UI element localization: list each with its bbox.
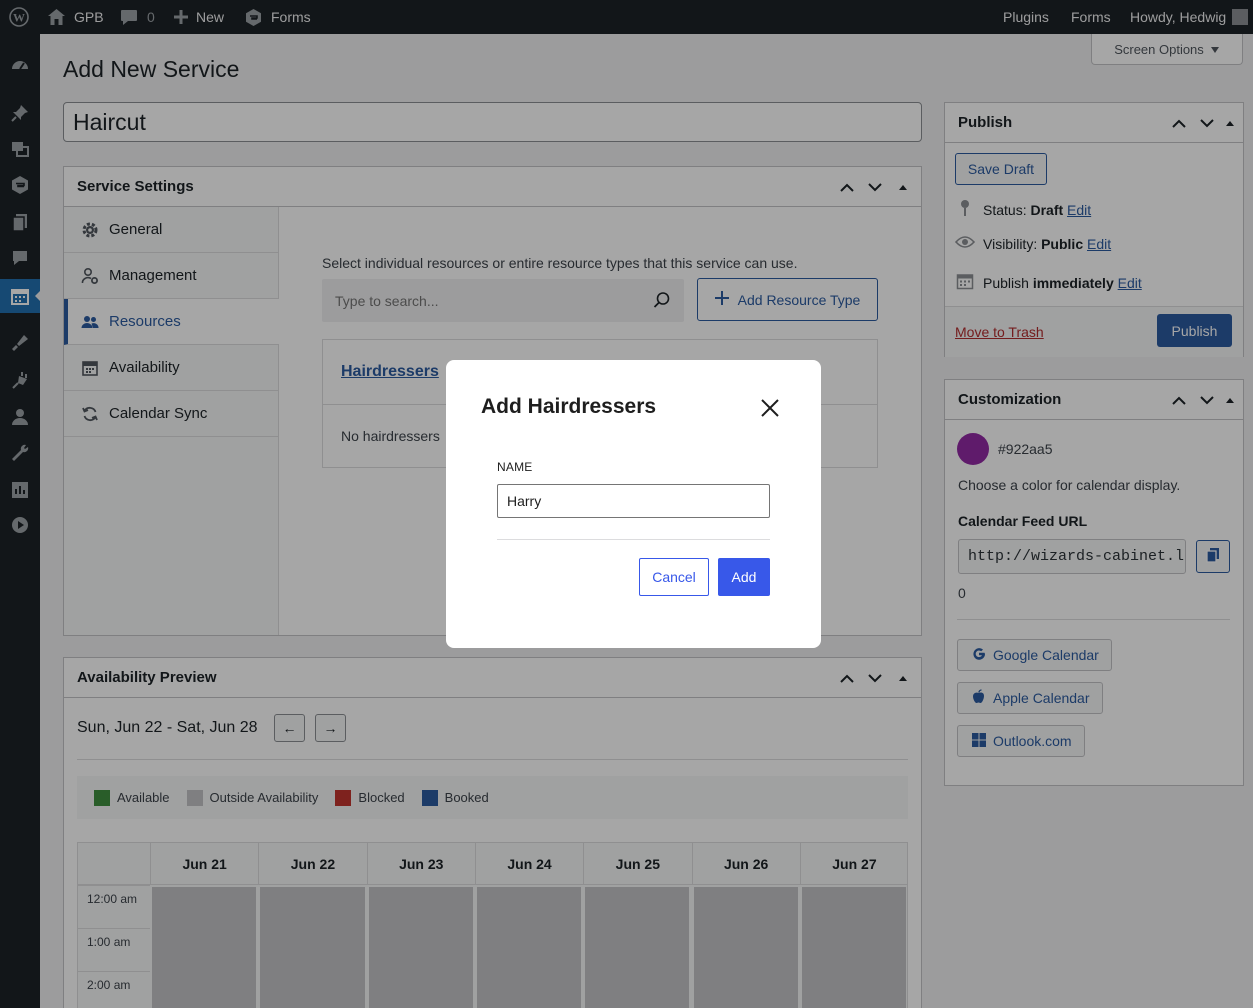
cancel-button[interactable]: Cancel [639, 558, 709, 596]
close-icon[interactable] [758, 396, 782, 420]
name-input[interactable]: Harry [497, 484, 770, 518]
add-label: Add [731, 569, 757, 585]
modal-title: Add Hairdressers [481, 395, 657, 418]
cancel-label: Cancel [652, 569, 696, 585]
name-input-value: Harry [507, 493, 542, 509]
add-resource-modal: Add Hairdressers NAME Harry Cancel Add [446, 360, 821, 648]
modal-divider [497, 539, 770, 540]
add-button[interactable]: Add [718, 558, 770, 596]
name-label: NAME [497, 460, 533, 474]
